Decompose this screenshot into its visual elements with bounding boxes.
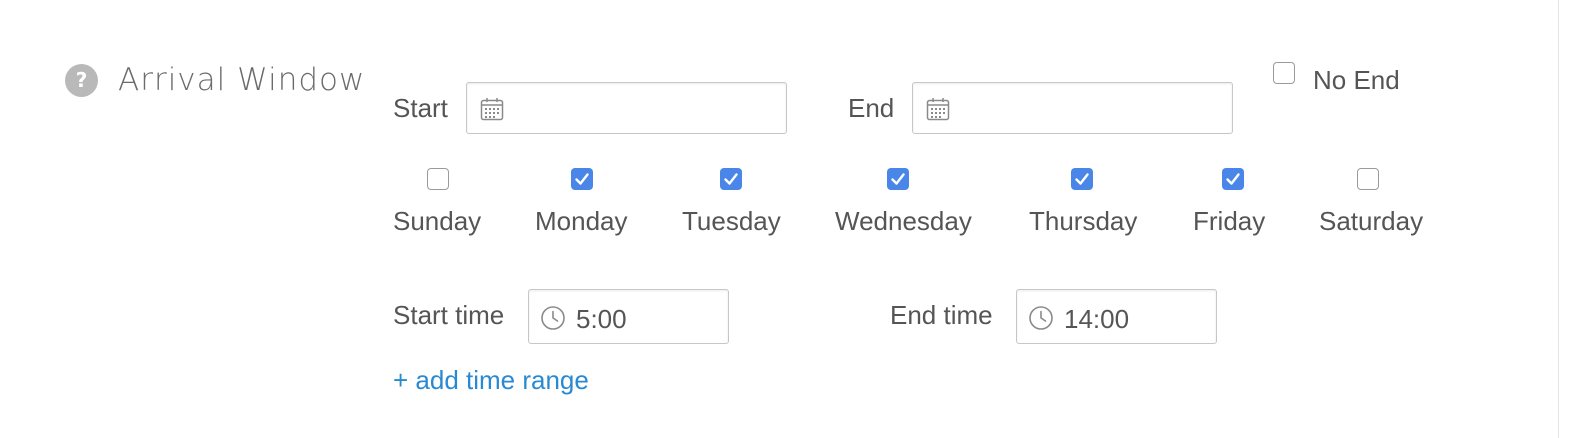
day-checkbox-wednesday[interactable] <box>887 168 909 190</box>
day-label-friday: Friday <box>1193 206 1266 236</box>
end-date-input[interactable] <box>912 82 1233 134</box>
help-question-icon[interactable]: ? <box>65 64 98 97</box>
day-checkbox-thursday[interactable] <box>1071 168 1093 190</box>
clock-icon <box>1029 306 1053 330</box>
end-time-value: 14:00 <box>1064 304 1130 334</box>
checkmark-icon <box>724 173 738 185</box>
start-date-label: Start <box>393 93 448 123</box>
day-label-wednesday: Wednesday <box>835 206 972 236</box>
checkmark-icon <box>575 173 589 185</box>
day-label-saturday: Saturday <box>1319 206 1424 236</box>
day-checkbox-friday[interactable] <box>1222 168 1244 190</box>
day-label-tuesday: Tuesday <box>682 206 781 236</box>
start-time-label: Start time <box>393 300 505 330</box>
day-checkbox-sunday[interactable] <box>427 168 449 190</box>
end-date-label: End <box>848 93 895 123</box>
day-checkbox-tuesday[interactable] <box>720 168 742 190</box>
start-time-value: 5:00 <box>576 304 627 334</box>
day-checkbox-monday[interactable] <box>571 168 593 190</box>
start-time-input[interactable]: 5:00 <box>528 289 729 344</box>
end-time-input[interactable]: 14:00 <box>1016 289 1217 344</box>
checkmark-icon <box>1226 173 1240 185</box>
add-time-range-link[interactable]: + add time range <box>393 365 589 395</box>
section-title: Arrival Window <box>118 62 366 98</box>
start-date-input[interactable] <box>466 82 787 134</box>
day-label-sunday: Sunday <box>393 206 482 236</box>
no-end-label: No End <box>1313 65 1400 95</box>
day-label-thursday: Thursday <box>1029 206 1138 236</box>
panel-right-border <box>1558 0 1559 438</box>
end-time-label: End time <box>890 300 993 330</box>
day-label-monday: Monday <box>535 206 628 236</box>
no-end-checkbox[interactable] <box>1273 62 1295 84</box>
clock-icon <box>541 306 565 330</box>
calendar-icon <box>926 98 950 121</box>
day-checkbox-saturday[interactable] <box>1357 168 1379 190</box>
calendar-icon <box>480 98 504 121</box>
checkmark-icon <box>891 173 905 185</box>
checkmark-icon <box>1075 173 1089 185</box>
